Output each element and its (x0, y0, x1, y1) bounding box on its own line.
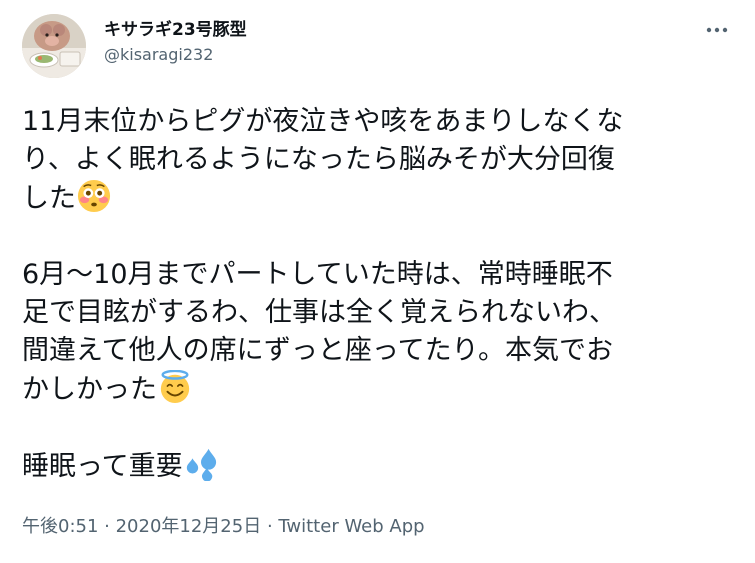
meta-separator: · (261, 516, 279, 537)
tweet-paragraph-3: 睡眠って重要 (22, 447, 737, 486)
tweet-line: 6月～10月までパートしていた時は、常時睡眠不 (22, 259, 613, 290)
more-horizontal-icon (706, 27, 728, 33)
tweet-source[interactable]: Twitter Web App (278, 516, 424, 537)
user-handle[interactable]: @kisaragi232 (104, 42, 247, 68)
more-options-button[interactable] (702, 18, 732, 42)
meta-separator: · (98, 516, 116, 537)
tweet-card: キサラギ23号豚型 @kisaragi232 11月末位からピグが夜泣きや咳をあ… (0, 0, 755, 563)
tweet-line-text: した (22, 183, 76, 214)
tweet-meta: 午後0:51 · 2020年12月25日 · Twitter Web App (22, 515, 425, 539)
tweet-paragraph-1: 11月末位からピグが夜泣きや咳をあまりしなくな り、よく眠れるようになったら脳み… (22, 103, 737, 218)
sweat-droplets-emoji-icon (184, 447, 218, 481)
tweet-line: 睡眠って重要 (22, 447, 737, 486)
tweet-header: キサラギ23号豚型 @kisaragi232 (22, 14, 732, 80)
tweet-date[interactable]: 2020年12月25日 (116, 516, 262, 537)
smiling-face-with-halo-emoji-icon (158, 370, 192, 404)
user-block: キサラギ23号豚型 @kisaragi232 (104, 18, 247, 68)
flushed-face-emoji-icon (77, 179, 111, 213)
tweet-line: 間違えて他人の席にずっと座ってたり。本気でお (22, 335, 614, 366)
tweet-line-text: 睡眠って重要 (22, 451, 183, 482)
tweet-line: 足で目眩がするわ、仕事は全く覚えられないわ、 (22, 297, 616, 328)
tweet-time[interactable]: 午後0:51 (22, 516, 98, 537)
tweet-line: した (22, 179, 737, 218)
tweet-line: り、よく眠れるようになったら脳みそが大分回復 (22, 144, 615, 175)
tweet-line: 11月末位からピグが夜泣きや咳をあまりしなくな (22, 106, 624, 137)
tweet-line: かしかった (22, 370, 737, 409)
tweet-paragraph-2: 6月～10月までパートしていた時は、常時睡眠不 足で目眩がするわ、仕事は全く覚え… (22, 256, 737, 409)
avatar[interactable] (22, 14, 86, 78)
avatar-image (22, 14, 86, 78)
display-name[interactable]: キサラギ23号豚型 (104, 18, 247, 42)
tweet-line-text: かしかった (22, 374, 157, 405)
tweet-text: 11月末位からピグが夜泣きや咳をあまりしなくな り、よく眠れるようになったら脳み… (22, 103, 737, 486)
